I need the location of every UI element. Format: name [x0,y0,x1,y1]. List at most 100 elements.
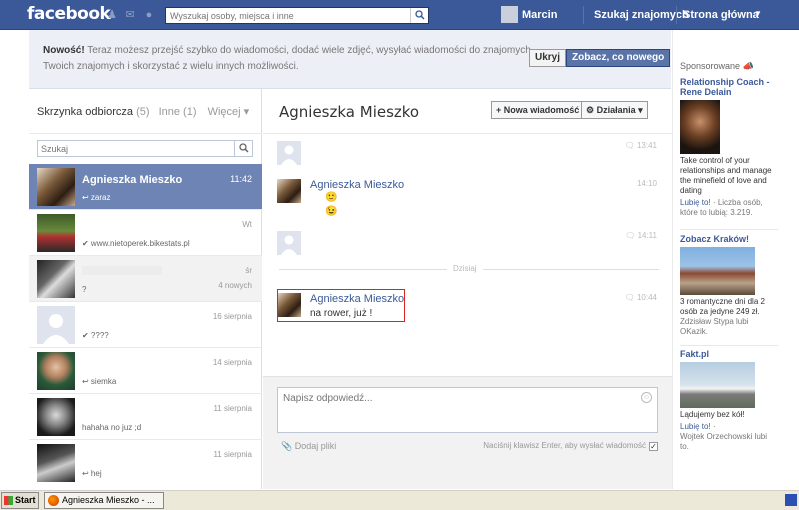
global-search-input[interactable] [166,8,410,23]
default-avatar-icon [43,314,69,344]
thread-snippet: ? [82,285,87,294]
thread-item[interactable]: Agnieszka Mieszko ↩ zaraz 11:42 [29,164,262,210]
thread-avatar [37,352,75,390]
thread-item[interactable]: ↩ siemka 14 sierpnia [29,348,262,394]
ad-social-note: Wojtek Orzechowski lubi to. [680,432,767,451]
ad-title[interactable]: Zobacz Kraków! [680,234,778,244]
start-button[interactable]: Start [1,492,39,509]
home-link[interactable]: Strona główna [683,9,759,21]
thread-snippet: ↩ zaraz [82,193,111,202]
ad-like: Lubię to! · Liczba osób, które to lubią:… [680,198,763,217]
divider [680,229,778,230]
notice-bold: Nowość! [43,45,85,56]
messages-icon[interactable]: ✉ [124,9,136,21]
thread-item[interactable]: hahaha no juz ;d 11 sierpnia [29,394,262,440]
thread-time: 11 sierpnia [213,404,252,413]
inbox-sidebar: Skrzynka odbiorcza (5) Inne (1) Więcej ▾… [29,89,262,489]
like-link[interactable]: Lubię to! [680,422,711,431]
default-avatar-icon [281,145,297,165]
ad-image[interactable] [680,247,755,295]
search-button[interactable] [410,8,428,23]
sponsored-heading: Sponsorowane 📣 [680,61,754,71]
ad-title[interactable]: Fakt.pl [680,349,778,359]
divider [263,133,672,134]
thread-snippet: ↩ siemka [82,377,117,386]
tray-icon[interactable] [785,494,797,506]
ad-like: Lubię to! · [680,422,716,431]
ad-relationship-coach[interactable]: Relationship Coach - Rene Delain Take co… [680,77,778,218]
ad-image[interactable] [680,362,755,408]
ad-krakow[interactable]: Zobacz Kraków! 3 romantyczne dni dla 2 o… [680,234,778,337]
emoticon-icon[interactable]: ☺ [641,392,652,403]
message-time: 14:10 [636,179,657,188]
inbox-search-input[interactable] [38,141,234,156]
ad-title[interactable]: Relationship Coach - Rene Delain [680,77,778,97]
thread-item[interactable]: ? śr 4 nowych [29,256,262,302]
message-time: 🗨 10:44 [624,293,657,302]
top-bar: facebook ♟ ✉ ● Marcin Szukaj znajomych S… [0,0,799,30]
ad-body: Take control of your relationships and m… [680,156,772,195]
conversation-panel: Agnieszka Mieszko + Nowa wiadomość ⚙ Dzi… [263,89,672,489]
message: 🗨 14:11 [277,231,657,255]
date-divider: Dzisiaj [279,264,659,273]
windows-logo-icon [4,496,13,505]
hide-notice-button[interactable]: Ukryj [529,49,567,67]
thread-snippet: ✔ ???? [82,331,109,340]
find-friends-link[interactable]: Szukaj znajomych [594,9,689,21]
new-message-button[interactable]: + Nowa wiadomość [491,101,585,119]
reply-area: ☺ 📎 Dodaj pliki Naciśnij klawisz Enter, … [263,376,672,489]
wink-emoji-icon: 😉 [325,206,338,217]
thread-item[interactable]: ↩ hej 11 sierpnia [29,440,262,486]
attach-files-link[interactable]: 📎 Dodaj pliki [281,441,336,452]
sender-avatar-placeholder [277,231,301,255]
actions-dropdown[interactable]: ⚙ Działania ▾ [581,101,648,119]
sender-avatar[interactable] [277,179,301,203]
account-menu-arrow-icon[interactable]: ▼ [754,9,762,18]
friend-requests-icon[interactable]: ♟ [106,9,118,21]
highlight-annotation-box [277,289,405,322]
thread-time: śr [245,266,252,275]
ad-image[interactable] [680,100,720,154]
enter-to-send-checkbox[interactable]: ✓ [649,442,658,451]
thread-item[interactable]: ✔ ???? 16 sierpnia [29,302,262,348]
inbox-search-button[interactable] [234,141,252,156]
thread-avatar-placeholder [37,306,75,344]
megaphone-icon: 📣 [742,61,754,71]
enter-to-send-option: Naciśnij klawisz Enter, aby wysłać wiado… [483,441,658,451]
notifications-icon[interactable]: ● [143,9,155,21]
search-icon [415,10,425,20]
thread-time: 14 sierpnia [212,358,252,367]
thread-snippet: ✔ www.nietoperek.bikestats.pl [82,239,190,248]
divider [29,133,262,134]
like-link[interactable]: Lubię to! [680,198,711,207]
reply-input[interactable] [278,388,628,428]
profile-link[interactable]: Marcin [522,9,557,21]
thread-snippet: hahaha no juz ;d [82,423,142,432]
see-whats-new-button[interactable]: Zobacz, co nowego [566,49,671,67]
user-avatar[interactable] [501,6,518,23]
reply-box: ☺ [277,387,658,433]
tab-other[interactable]: Inne (1) [159,106,197,118]
ad-body: 3 romantyczne dni dla 2 osób za jedyne 2… [680,297,765,316]
message: 🗨 13:41 [277,141,657,165]
thread-snippet: ↩ hej [82,469,102,478]
thread-list: Agnieszka Mieszko ↩ zaraz 11:42 ✔ www.ni… [29,164,262,486]
tab-inbox[interactable]: Skrzynka odbiorcza (5) [37,106,150,118]
divider [680,345,778,346]
thread-time: Wt [242,220,252,229]
new-messages-notice: Nowość! Teraz możesz przejść szybko do w… [29,30,671,89]
ad-fakt[interactable]: Fakt.pl Lądujemy bez kół! Lubię to! · Wo… [680,349,778,452]
notice-text: Nowość! Teraz możesz przejść szybko do w… [43,43,533,75]
windows-taskbar: Start Agnieszka Mieszko - ... [0,489,799,510]
thread-item[interactable]: ✔ www.nietoperek.bikestats.pl Wt [29,210,262,256]
top-divider [676,6,677,24]
message-sender[interactable]: Agnieszka Mieszko [310,179,404,191]
tab-more[interactable]: Więcej ▾ [208,106,250,118]
global-search [165,7,429,24]
taskbar-window-button[interactable]: Agnieszka Mieszko - ... [44,492,164,509]
thread-avatar [37,260,75,298]
facebook-logo[interactable]: facebook [27,4,111,24]
thread-avatar [37,214,75,252]
thread-avatar [37,168,75,206]
thread-time: 11:42 [230,174,252,184]
